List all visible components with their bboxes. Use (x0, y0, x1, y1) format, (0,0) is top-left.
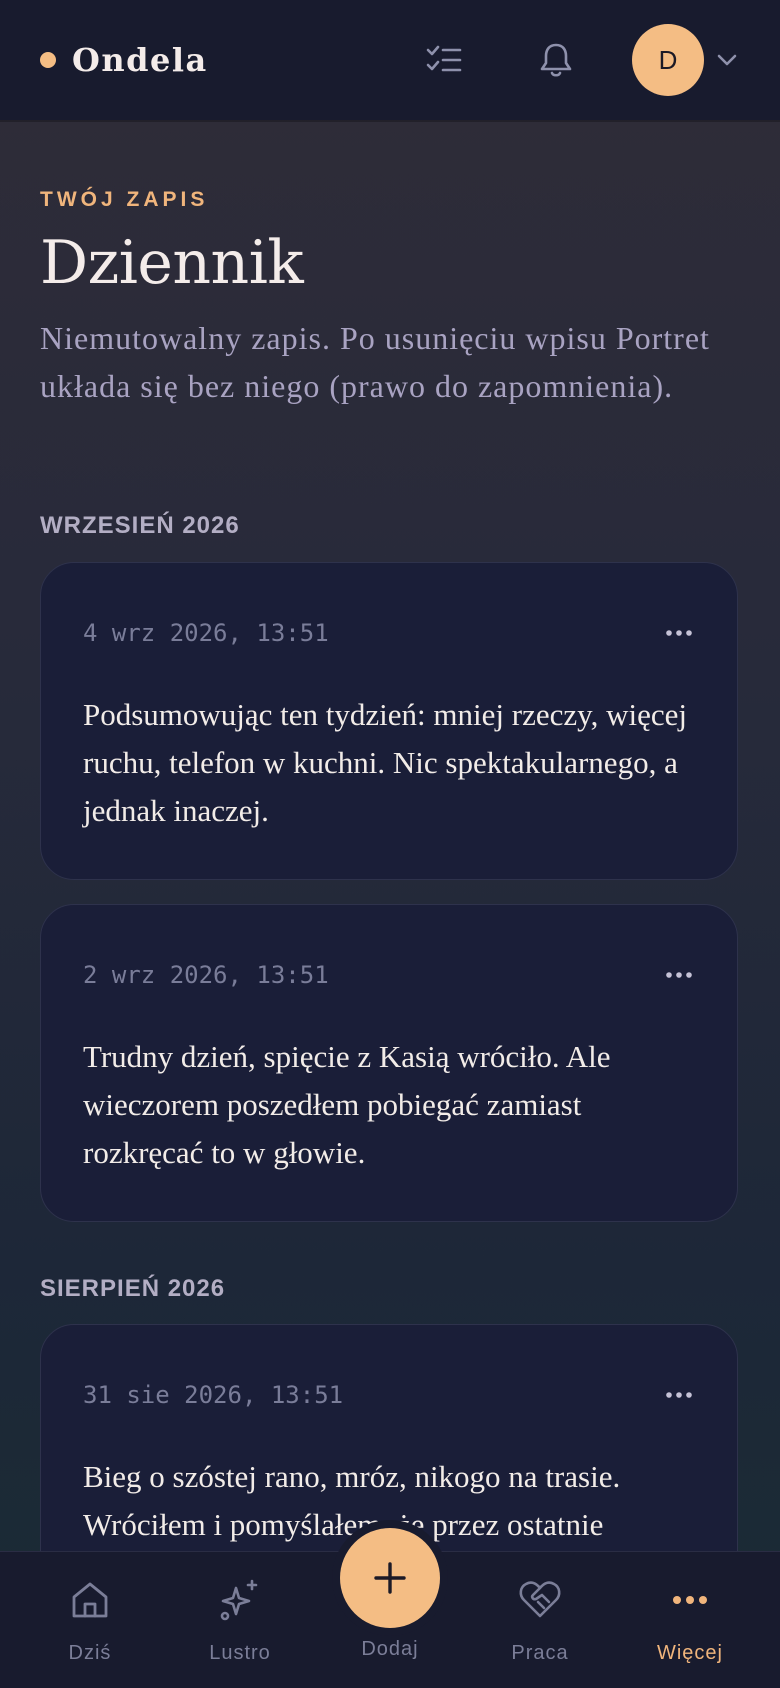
more-horizontal-icon (666, 972, 692, 978)
checklist-icon (426, 45, 462, 72)
heart-handshake-icon (519, 1581, 561, 1618)
home-icon (72, 1582, 108, 1618)
page-title: Dziennik (40, 228, 304, 298)
avatar[interactable]: D (632, 24, 704, 96)
nav-item-praca[interactable]: Praca (480, 1552, 600, 1688)
entry-timestamp: 2 wrz 2026, 13:51 (83, 961, 329, 989)
entry-timestamp: 31 sie 2026, 13:51 (83, 1381, 344, 1409)
plus-icon (374, 1562, 406, 1594)
entry-text: Podsumowując ten tydzień: mniej rzeczy, … (83, 697, 688, 828)
entry-options-button[interactable] (659, 961, 699, 989)
page-eyebrow: TWÓJ ZAPIS (40, 188, 209, 211)
nav-item-lustro[interactable]: Lustro (180, 1552, 300, 1688)
chevron-down-icon (717, 54, 737, 66)
top-bar: Ondela D (0, 0, 780, 120)
month-section-label: SIERPIEŃ 2026 (40, 1275, 226, 1302)
journal-entry-card[interactable]: 4 wrz 2026, 13:51 Podsumowując ten tydzi… (40, 562, 738, 880)
more-dots-icon (673, 1596, 707, 1604)
nav-label: Praca (511, 1642, 569, 1664)
brand-name: Ondela (72, 41, 208, 79)
nav-label: Dziś (68, 1642, 112, 1664)
more-horizontal-icon (666, 1392, 692, 1398)
entry-timestamp: 4 wrz 2026, 13:51 (83, 619, 329, 647)
checklist-button[interactable] (420, 36, 468, 84)
brand-dot-icon (40, 52, 56, 68)
month-section-label: WRZESIEŃ 2026 (40, 512, 240, 539)
nav-label: Dodaj (361, 1638, 419, 1660)
entry-options-button[interactable] (659, 1381, 699, 1409)
sparkles-icon (220, 1579, 258, 1621)
account-menu-toggle[interactable] (712, 48, 742, 72)
journal-entry-card[interactable]: 2 wrz 2026, 13:51 Trudny dzień, spięcie … (40, 904, 738, 1222)
add-entry-button[interactable] (340, 1528, 440, 1628)
bell-icon (540, 43, 572, 77)
nav-item-dzis[interactable]: Dziś (30, 1552, 150, 1688)
brand[interactable]: Ondela (40, 36, 208, 84)
nav-label: Lustro (209, 1642, 271, 1664)
notifications-button[interactable] (532, 36, 580, 84)
entry-text: Trudny dzień, spięcie z Kasią wróciło. A… (83, 1039, 611, 1170)
page-description: Niemutowalny zapis. Po usunięciu wpisu P… (40, 320, 710, 404)
nav-item-wiecej[interactable]: Więcej (630, 1552, 750, 1688)
nav-label: Więcej (656, 1642, 723, 1664)
entry-options-button[interactable] (659, 619, 699, 647)
more-horizontal-icon (666, 630, 692, 636)
